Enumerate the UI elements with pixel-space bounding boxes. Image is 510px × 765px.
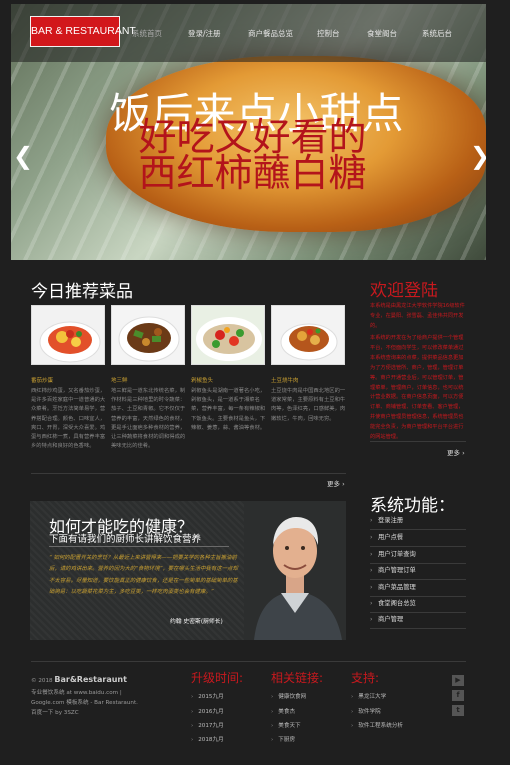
divider	[49, 546, 229, 547]
dish-image-beef-potato[interactable]	[271, 305, 345, 365]
slider-next-icon[interactable]: ❯	[470, 142, 486, 170]
hero-banner: BAR & RESTAURANT 系统首页 登录/注册 商户餐品总览 控制台 食…	[11, 4, 486, 260]
nav-merchant-overview[interactable]: 商户餐品总览	[248, 28, 293, 39]
function-canteen-overview[interactable]: › 食堂阁台总览	[370, 596, 466, 613]
footer-links-title: 相关链接:	[271, 671, 324, 685]
dish-description: 西红柿炒鸡蛋，又名番茄炒蛋，是许多百姓家庭中一道普通的大众菜肴。烹饪方法简单易学…	[31, 388, 106, 450]
function-merchant-admin[interactable]: › 商户管理	[370, 612, 466, 629]
nav-console[interactable]: 控制台	[317, 28, 340, 39]
footer-divider	[31, 661, 466, 662]
dish-image-disanxian[interactable]	[111, 305, 185, 365]
facebook-icon[interactable]: f	[452, 690, 464, 701]
recommend-title: 今日推荐菜品	[31, 282, 133, 302]
nav-home[interactable]: 系统首页	[132, 28, 162, 39]
footer-support-link[interactable]: › 软件学院	[351, 707, 381, 715]
footer-support-title: 支持:	[351, 671, 380, 685]
dish-description: 地三鲜是一道东北传统名菜，制作材料是三种地里的时令蔬菜：茄子、土豆和青椒。它不仅…	[111, 388, 186, 450]
youtube-icon[interactable]: ▶	[452, 675, 464, 686]
function-order[interactable]: › 用户点餐	[370, 530, 466, 547]
nav-admin[interactable]: 系统后台	[422, 28, 452, 39]
dish-image-tomato-egg[interactable]	[31, 305, 105, 365]
top-navigation: BAR & RESTAURANT 系统首页 登录/注册 商户餐品总览 控制台 食…	[11, 4, 486, 62]
footer-update-link[interactable]: › 2018九月	[191, 735, 224, 743]
divider	[370, 441, 466, 442]
welcome-title: 欢迎登陆	[370, 281, 438, 301]
chef-quote: “ 如何的配置开关的烹饪？从最近上来讲营得来——把要关学的各种主旨搬油前后，请的…	[49, 555, 238, 595]
function-merchant-orders[interactable]: › 商户管理订单	[370, 563, 466, 580]
chef-signature: 约翰 史密斯(厨师长)	[170, 619, 223, 625]
footer-update-link[interactable]: › 2015九月	[191, 692, 224, 700]
function-order-query[interactable]: › 用户订单查询	[370, 547, 466, 564]
welcome-paragraph-1: 本系统是由黑龙江大学软件学院16级软件专业，在曼阳、张雪磊、孟佳伟共同开发的。	[370, 303, 465, 329]
nav-canteen[interactable]: 食堂阁台	[367, 28, 397, 39]
health-subtitle: 下面有请我们的厨师长讲解饮食营养	[49, 534, 202, 545]
footer-related-link[interactable]: › 美食杰	[271, 707, 295, 715]
dish-name[interactable]: 剁椒鱼头	[191, 376, 213, 384]
footer-update-link[interactable]: › 2017九月	[191, 721, 224, 729]
dish-image-fish-head[interactable]	[191, 305, 265, 365]
welcome-paragraph-2: 本系统的开发在为了给商户提供一个管理平台，不但面向学生，可以修改菜单通过本系统查…	[370, 335, 464, 441]
site-logo[interactable]: BAR & RESTAURANT	[30, 16, 136, 47]
footer-line[interactable]: 百度一下 by 3SZC	[31, 708, 79, 716]
divider	[31, 473, 346, 474]
footer-line[interactable]: 专业餐饮系统 at www.baidu.com |	[31, 688, 122, 696]
hero-subline-2: 西红柿蘸白糖	[138, 151, 367, 195]
dish-description: 剁椒鱼头是湖南一道著名小吃，剁椒鱼头，是一道系于湘菜名菜，营养丰富，每一条有辣椒…	[191, 388, 266, 431]
dish-name[interactable]: 番茄炒蛋	[31, 376, 53, 384]
dish-description: 土豆烧牛肉是中国西北地区的一道家常菜，主要原料有土豆和牛肉等，色泽红亮，口感鲜美…	[271, 388, 346, 422]
footer-copyright: © 2018 Bar&Restaraunt	[31, 675, 127, 684]
footer-related-link[interactable]: › 下厨房	[271, 735, 295, 743]
health-tips-panel: 如何才能吃的健康？ 下面有请我们的厨师长讲解饮食营养 “ 如何的配置开关的烹饪？…	[30, 501, 346, 640]
chef-portrait	[244, 501, 346, 640]
footer-support-link[interactable]: › 黑龙江大学	[351, 692, 386, 700]
more-dishes-link[interactable]: 更多 ›	[327, 478, 345, 488]
nav-login-register[interactable]: 登录/注册	[188, 28, 221, 39]
footer-update-title: 升级时间:	[191, 671, 244, 685]
slider-prev-icon[interactable]: ❮	[13, 142, 33, 170]
dish-name[interactable]: 地三鲜	[111, 376, 128, 384]
more-welcome-link[interactable]: 更多 ›	[447, 447, 465, 457]
function-login-register[interactable]: › 登录注册	[370, 513, 466, 530]
footer-related-link[interactable]: › 美食天下	[271, 721, 301, 729]
twitter-icon[interactable]: t	[452, 705, 464, 716]
footer-update-link[interactable]: › 2016九月	[191, 707, 224, 715]
footer-support-link[interactable]: › 软件工程系统分析	[351, 721, 403, 729]
function-menu-management[interactable]: › 商户菜品管理	[370, 580, 466, 597]
dish-name[interactable]: 土豆烧牛肉	[271, 376, 299, 384]
footer-related-link[interactable]: › 健康饮食网	[271, 692, 306, 700]
footer-line[interactable]: Google.com 模板系统 - Bar Restaraunt.	[31, 698, 138, 706]
